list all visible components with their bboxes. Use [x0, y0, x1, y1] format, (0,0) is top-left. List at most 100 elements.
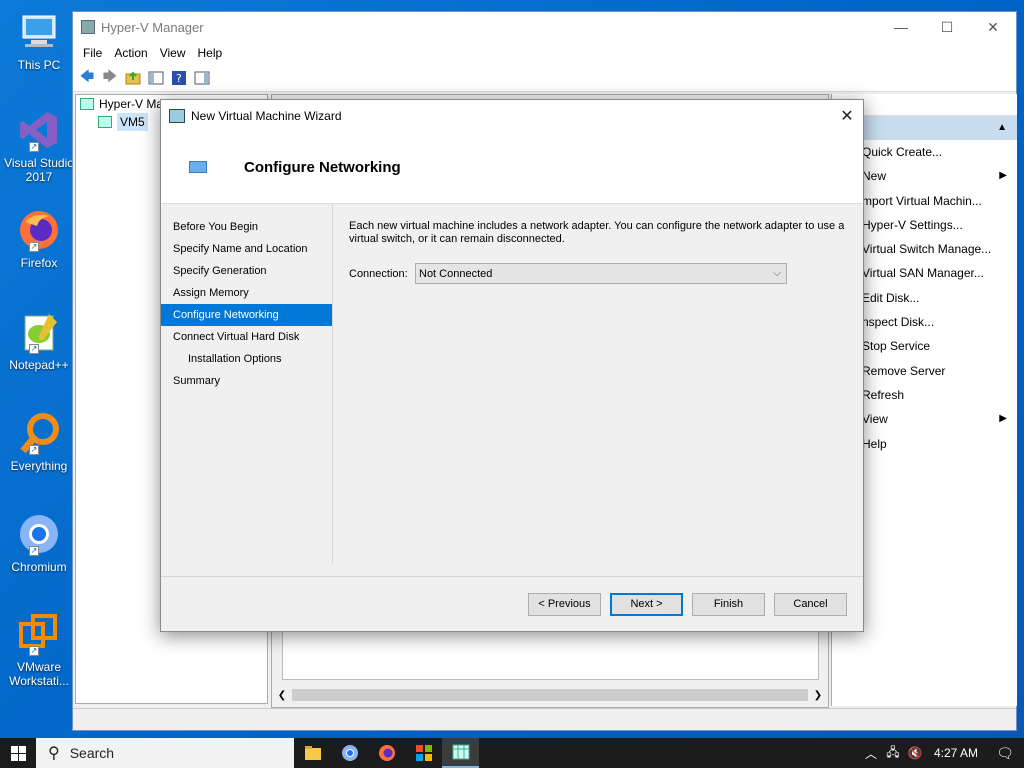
shortcut-arrow-icon: ↗	[29, 142, 39, 152]
hyper-v-manager-icon	[80, 98, 94, 110]
action-label: View	[862, 412, 888, 427]
networking-description: Each new virtual machine includes a netw…	[349, 220, 845, 245]
wizard-content: Each new virtual machine includes a netw…	[349, 220, 849, 284]
everything-search-icon: ↗	[17, 411, 61, 455]
computer-icon	[17, 10, 61, 54]
up-folder-icon[interactable]	[123, 68, 143, 88]
firefox-icon: ↗	[17, 208, 61, 252]
action-label: Virtual SAN Manager...	[862, 266, 984, 281]
notepad-plus-plus-icon: ↗	[17, 310, 61, 354]
visual-studio-icon: ↗	[17, 108, 61, 152]
desktop-icon-firefox[interactable]: ↗ Firefox	[2, 208, 76, 270]
scroll-left-icon[interactable]: ❮	[276, 690, 288, 701]
desktop-icon-label: Notepad++	[9, 358, 69, 372]
notification-center-icon[interactable]: 🗨	[986, 745, 1024, 762]
action-label: Refresh	[862, 387, 905, 402]
next-button[interactable]: Next >	[610, 593, 683, 616]
clock[interactable]: 4:27 AM	[926, 746, 986, 760]
chevron-down-icon[interactable]: ⌵	[768, 268, 786, 279]
menu-help[interactable]: Help	[192, 46, 229, 60]
window-titlebar[interactable]: Hyper-V Manager — ☐ ✕	[73, 12, 1016, 42]
show-hide-console-tree-icon[interactable]	[146, 68, 166, 88]
desktop-icon-this-pc[interactable]: This PC	[2, 10, 76, 72]
menu-bar: File Action View Help	[73, 42, 1016, 64]
shortcut-arrow-icon: ↗	[29, 242, 39, 252]
shortcut-arrow-icon: ↗	[29, 646, 39, 656]
new-vm-wizard-dialog: New Virtual Machine Wizard ✕ Configure N…	[160, 99, 864, 632]
action-label: mport Virtual Machin...	[862, 193, 982, 208]
forward-arrow-icon[interactable]: 🡆	[100, 68, 120, 88]
action-label: nspect Disk...	[862, 315, 935, 330]
scroll-right-icon[interactable]: ❯	[812, 690, 824, 701]
search-icon: ⚲	[48, 745, 60, 762]
connection-label: Connection:	[349, 267, 408, 280]
desktop-icon-chromium[interactable]: ↗ Chromium	[2, 512, 76, 574]
maximize-button[interactable]: ☐	[924, 12, 970, 42]
hyper-v-manager-icon[interactable]	[442, 738, 479, 768]
menu-file[interactable]: File	[77, 46, 108, 60]
connection-row: Connection: Not Connected ⌵	[349, 263, 849, 284]
action-label: Quick Create...	[862, 145, 943, 159]
submenu-arrow-icon: ▶	[999, 413, 1007, 425]
dialog-titlebar[interactable]: New Virtual Machine Wizard ✕	[161, 100, 863, 131]
status-bar	[73, 708, 1016, 730]
details-panel	[282, 630, 819, 680]
network-icon[interactable]: 🖧	[882, 743, 904, 764]
desktop-icon-notepad-plus-plus[interactable]: ↗ Notepad++	[2, 310, 76, 372]
help-icon[interactable]: ?	[169, 68, 189, 88]
server-icon	[98, 116, 112, 128]
network-adapter-icon	[189, 161, 207, 173]
horizontal-scrollbar[interactable]: ❮ ❯	[276, 687, 824, 703]
chromium-icon: ↗	[17, 512, 61, 556]
desktop-icon-visual-studio[interactable]: ↗ Visual Studio 2017	[2, 108, 76, 184]
file-explorer-icon[interactable]	[294, 738, 331, 768]
submenu-arrow-icon: ▶	[999, 170, 1007, 182]
previous-button[interactable]: < Previous	[528, 593, 601, 616]
wizard-step[interactable]: Summary	[161, 370, 332, 392]
firefox-icon[interactable]	[368, 738, 405, 768]
shortcut-arrow-icon: ↗	[29, 344, 39, 354]
action-label: Virtual Switch Manage...	[862, 242, 992, 257]
wizard-step[interactable]: Specify Name and Location	[161, 238, 332, 260]
wizard-step[interactable]: Assign Memory	[161, 282, 332, 304]
chevron-up-icon[interactable]: ︿	[860, 745, 882, 762]
dialog-title: New Virtual Machine Wizard	[191, 108, 342, 123]
back-arrow-icon[interactable]: 🡄	[77, 68, 97, 88]
volume-muted-icon[interactable]: 🔇	[904, 746, 926, 760]
toolbar: 🡄 🡆 ?	[73, 64, 1016, 92]
minimize-button[interactable]: —	[878, 12, 924, 42]
chromium-icon[interactable]	[331, 738, 368, 768]
taskbar: ⚲ Search ︿ 🖧 🔇 4:27 AM 🗨	[0, 738, 1024, 768]
collapse-up-icon[interactable]: ▲	[997, 122, 1007, 133]
window-title: Hyper-V Manager	[101, 19, 204, 35]
desktop-icon-label: Visual Studio 2017	[4, 156, 74, 184]
shortcut-arrow-icon: ↗	[29, 546, 39, 556]
wizard-step[interactable]: Before You Begin	[161, 216, 332, 238]
desktop-icon-everything[interactable]: ↗ Everything	[2, 411, 76, 473]
action-label: Stop Service	[862, 339, 931, 354]
close-icon[interactable]: ✕	[831, 106, 863, 126]
cancel-button[interactable]: Cancel	[774, 593, 847, 616]
vmware-icon: ↗	[17, 612, 61, 656]
taskbar-search[interactable]: ⚲ Search	[36, 738, 294, 768]
finish-button[interactable]: Finish	[692, 593, 765, 616]
shortcut-arrow-icon: ↗	[29, 445, 39, 455]
menu-action[interactable]: Action	[108, 46, 153, 60]
wizard-step[interactable]: Configure Networking	[161, 304, 332, 326]
close-button[interactable]: ✕	[970, 12, 1016, 42]
wizard-step[interactable]: Installation Options	[161, 348, 332, 370]
scroll-thumb[interactable]	[292, 689, 808, 701]
desktop-icon-label: Chromium	[11, 560, 67, 574]
start-button[interactable]	[0, 738, 36, 768]
desktop-icon-label: Everything	[10, 459, 68, 473]
svg-text:?: ?	[176, 72, 182, 85]
wizard-step[interactable]: Specify Generation	[161, 260, 332, 282]
show-hide-action-pane-icon[interactable]	[192, 68, 212, 88]
microsoft-store-icon[interactable]	[405, 738, 442, 768]
connection-select[interactable]: Not Connected ⌵	[415, 263, 787, 284]
taskbar-apps	[294, 738, 479, 768]
desktop-icon-label: This PC	[17, 58, 61, 72]
desktop-icon-vmware[interactable]: ↗ VMware Workstati...	[2, 612, 76, 688]
menu-view[interactable]: View	[154, 46, 192, 60]
wizard-step[interactable]: Connect Virtual Hard Disk	[161, 326, 332, 348]
